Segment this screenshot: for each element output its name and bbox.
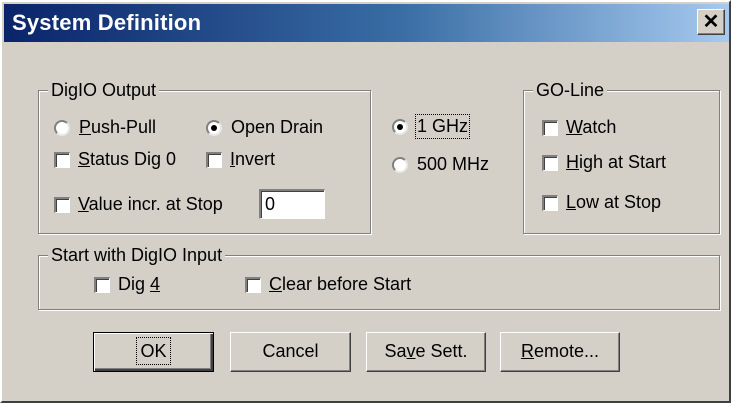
checkbox-icon — [542, 119, 558, 136]
checkbox-icon — [206, 151, 222, 168]
invert-label: Invert — [230, 149, 276, 169]
status-dig0-checkbox[interactable]: Status Dig 0 — [54, 149, 176, 170]
cancel-label: Cancel — [262, 341, 319, 361]
window-title: System Definition — [12, 10, 202, 35]
title-bar[interactable]: System Definition ✕ — [4, 4, 729, 42]
radio-icon — [206, 119, 222, 136]
radio-icon — [54, 119, 70, 136]
save-settings-label: Save Sett. — [384, 341, 468, 361]
clock-500mhz-label: 500 MHz — [417, 154, 490, 174]
close-button[interactable]: ✕ — [697, 9, 725, 35]
high-at-start-checkbox[interactable]: High at Start — [542, 152, 666, 173]
value-incr-checkbox[interactable]: Value incr. at Stop — [54, 194, 223, 215]
cancel-button[interactable]: Cancel — [230, 332, 351, 372]
radio-icon — [392, 118, 408, 135]
close-icon: ✕ — [702, 11, 720, 33]
checkbox-icon — [542, 194, 558, 211]
watch-label: Watch — [566, 117, 617, 137]
value-incr-input[interactable] — [259, 189, 325, 219]
low-at-stop-label: Low at Stop — [566, 192, 662, 212]
ok-label: OK — [136, 337, 171, 365]
clock-1ghz-label: 1 GHz — [414, 114, 471, 139]
clear-before-start-label: Clear before Start — [269, 274, 412, 294]
open-drain-radio[interactable]: Open Drain — [206, 117, 323, 138]
radio-icon — [392, 156, 408, 173]
high-at-start-label: High at Start — [566, 152, 667, 172]
checkbox-icon — [245, 276, 261, 293]
dig4-checkbox[interactable]: Dig 4 — [94, 274, 160, 295]
checkbox-icon — [54, 196, 70, 213]
clock-1ghz-radio[interactable]: 1 GHz — [392, 114, 471, 139]
clear-before-start-checkbox[interactable]: Clear before Start — [245, 274, 411, 295]
ok-button[interactable]: OK — [93, 332, 214, 372]
go-line-group: GO-Line Watch High at Start Low at Stop — [523, 81, 720, 234]
go-line-legend: GO-Line — [533, 81, 608, 99]
system-definition-dialog: System Definition ✕ DigIO Output Push-Pu… — [0, 0, 731, 403]
checkbox-icon — [542, 154, 558, 171]
invert-checkbox[interactable]: Invert — [206, 149, 275, 170]
open-drain-label: Open Drain — [231, 117, 324, 137]
dig4-label: Dig 4 — [118, 274, 161, 294]
push-pull-radio[interactable]: Push-Pull — [54, 117, 156, 138]
checkbox-icon — [54, 151, 70, 168]
checkbox-icon — [94, 276, 110, 293]
low-at-stop-checkbox[interactable]: Low at Stop — [542, 192, 661, 213]
save-settings-button[interactable]: Save Sett. — [366, 332, 486, 372]
status-dig0-label: Status Dig 0 — [78, 149, 177, 169]
push-pull-label: Push-Pull — [79, 117, 157, 137]
clock-500mhz-radio[interactable]: 500 MHz — [392, 154, 489, 175]
remote-button[interactable]: Remote... — [500, 332, 620, 372]
digio-output-legend: DigIO Output — [48, 81, 160, 99]
remote-label: Remote... — [520, 341, 600, 361]
start-input-legend: Start with DigIO Input — [48, 246, 226, 264]
start-input-group: Start with DigIO Input Dig 4 Clear befor… — [38, 246, 720, 310]
watch-checkbox[interactable]: Watch — [542, 117, 616, 138]
value-incr-label: Value incr. at Stop — [78, 194, 223, 214]
